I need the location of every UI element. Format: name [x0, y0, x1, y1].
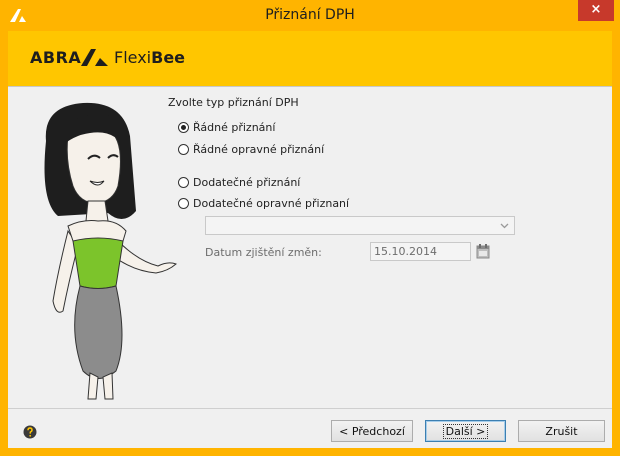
- radio-label: Dodatečné opravné přiznaní: [193, 196, 350, 210]
- assistant-character-illustration: [44, 102, 177, 400]
- radio-label: Dodatečné přiznání: [193, 175, 301, 189]
- radio-label: Řádné přiznání: [193, 120, 276, 134]
- declaration-type-label: Zvolte typ přiznání DPH: [168, 96, 299, 109]
- radio-supplementary-declaration[interactable]: Dodatečné přiznání: [178, 174, 300, 190]
- period-select[interactable]: [205, 216, 515, 235]
- help-icon[interactable]: [23, 425, 37, 439]
- change-date-label: Datum zjištění změn:: [205, 246, 322, 259]
- brand-flexibee: FlexiBee: [114, 48, 186, 67]
- chevron-down-icon: [500, 223, 509, 229]
- radio-unselected-icon: [178, 143, 189, 155]
- next-button[interactable]: Další >: [425, 420, 506, 442]
- radio-label: Řádné opravné přiznání: [193, 142, 325, 156]
- footer-divider: [8, 408, 612, 409]
- previous-button[interactable]: < Předchozí: [331, 420, 413, 442]
- radio-regular-declaration[interactable]: Řádné přiznání: [178, 119, 275, 135]
- radio-selected-icon: [178, 121, 189, 133]
- radio-unselected-icon: [178, 176, 189, 188]
- change-date-input[interactable]: 15.10.2014: [370, 242, 471, 261]
- calendar-icon[interactable]: [475, 243, 491, 259]
- title-bar: Přiznání DPH ×: [0, 0, 620, 31]
- radio-unselected-icon: [178, 197, 189, 209]
- header-banner: ABRA FlexiBee: [8, 31, 612, 87]
- abra-mark-icon: [81, 49, 108, 66]
- window-title: Přiznání DPH: [265, 7, 355, 23]
- cancel-button[interactable]: Zrušit: [518, 420, 605, 442]
- brand-abra: ABRA: [30, 48, 82, 67]
- dialog-body: ABRA FlexiBee Zvolte typ přiznání DPH Řá…: [8, 31, 612, 448]
- radio-regular-corrective-declaration[interactable]: Řádné opravné přiznání: [178, 141, 324, 157]
- next-button-label: Další >: [442, 423, 489, 439]
- radio-supplementary-corrective-declaration[interactable]: Dodatečné opravné přiznaní: [178, 195, 349, 211]
- close-button[interactable]: ×: [578, 0, 614, 21]
